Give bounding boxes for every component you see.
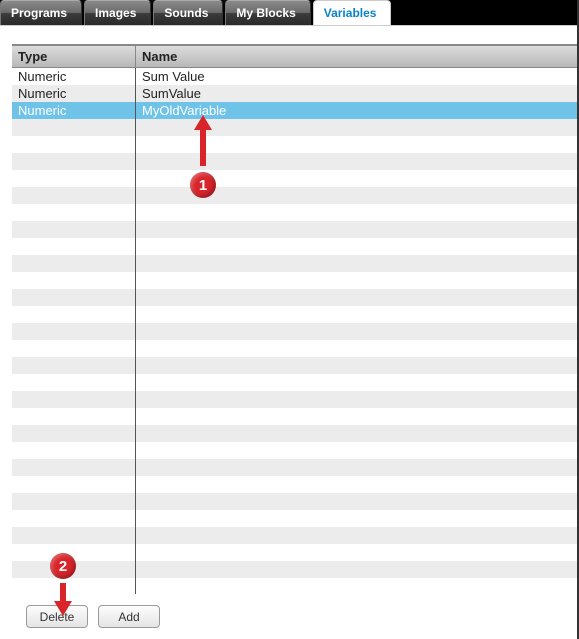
- table-row-name[interactable]: Sum Value: [136, 68, 577, 85]
- table-row-name: [136, 153, 577, 170]
- table-row-type: [12, 306, 135, 323]
- table-row-name: [136, 357, 577, 374]
- button-bar: Delete Add: [12, 594, 577, 639]
- table-body: NumericNumericNumeric Sum ValueSumValueM…: [12, 68, 577, 594]
- table-row-name: [136, 255, 577, 272]
- table-row-type: [12, 493, 135, 510]
- table-row-type[interactable]: Numeric: [12, 85, 135, 102]
- table-row-name: [136, 306, 577, 323]
- table-row-name: [136, 289, 577, 306]
- table-row-type: [12, 561, 135, 578]
- header-name[interactable]: Name: [136, 46, 577, 67]
- tab-images[interactable]: Images: [84, 0, 151, 25]
- tab-bar: Programs Images Sounds My Blocks Variabl…: [0, 0, 577, 25]
- table-row-name: [136, 187, 577, 204]
- table-row-type: [12, 187, 135, 204]
- table-row-type: [12, 442, 135, 459]
- tab-spacer: [393, 0, 577, 25]
- name-column: Sum ValueSumValueMyOldVariable: [136, 68, 577, 594]
- table-row-name: [136, 119, 577, 136]
- table-row-type: [12, 170, 135, 187]
- table-row-name: [136, 561, 577, 578]
- table-row-type: [12, 391, 135, 408]
- table-row-name: [136, 459, 577, 476]
- table-row-name: [136, 238, 577, 255]
- type-column: NumericNumericNumeric: [12, 68, 136, 594]
- delete-button[interactable]: Delete: [26, 605, 88, 628]
- table-row-type: [12, 238, 135, 255]
- table-row-name: [136, 340, 577, 357]
- table-row-type: [12, 153, 135, 170]
- table-row-name: [136, 425, 577, 442]
- table-row-name: [136, 408, 577, 425]
- table-row-name: [136, 544, 577, 561]
- table-row-name: [136, 272, 577, 289]
- table-row-type: [12, 136, 135, 153]
- table-row-name: [136, 527, 577, 544]
- table-row-type[interactable]: Numeric: [12, 68, 135, 85]
- table-row-name[interactable]: MyOldVariable: [136, 102, 577, 119]
- table-row-type: [12, 323, 135, 340]
- table-row-type: [12, 221, 135, 238]
- table-row-type: [12, 510, 135, 527]
- table-row-type: [12, 459, 135, 476]
- table-row-name: [136, 221, 577, 238]
- table-row-name: [136, 391, 577, 408]
- table-row-type: [12, 340, 135, 357]
- table-row-name: [136, 493, 577, 510]
- table-row-type: [12, 255, 135, 272]
- variables-table: Type Name NumericNumericNumeric Sum Valu…: [12, 44, 577, 594]
- table-row-type: [12, 425, 135, 442]
- table-row-name: [136, 476, 577, 493]
- variables-pane: Type Name NumericNumericNumeric Sum Valu…: [0, 25, 577, 639]
- tab-sounds[interactable]: Sounds: [153, 0, 223, 25]
- table-row-type[interactable]: Numeric: [12, 102, 135, 119]
- table-row-type: [12, 204, 135, 221]
- table-row-name: [136, 136, 577, 153]
- add-button[interactable]: Add: [98, 605, 160, 628]
- table-row-type: [12, 357, 135, 374]
- table-row-name: [136, 170, 577, 187]
- app-window: Programs Images Sounds My Blocks Variabl…: [0, 0, 579, 639]
- table-row-name[interactable]: SumValue: [136, 85, 577, 102]
- table-row-name: [136, 510, 577, 527]
- tab-programs[interactable]: Programs: [0, 0, 82, 25]
- table-row-name: [136, 204, 577, 221]
- table-row-type: [12, 544, 135, 561]
- tab-myblocks[interactable]: My Blocks: [225, 0, 310, 25]
- table-row-type: [12, 374, 135, 391]
- table-row-name: [136, 442, 577, 459]
- table-row-name: [136, 323, 577, 340]
- tab-variables[interactable]: Variables: [313, 0, 392, 25]
- table-row-name: [136, 374, 577, 391]
- table-row-type: [12, 289, 135, 306]
- header-type[interactable]: Type: [12, 46, 136, 67]
- table-row-type: [12, 272, 135, 289]
- table-row-type: [12, 476, 135, 493]
- table-row-type: [12, 119, 135, 136]
- table-header: Type Name: [12, 46, 577, 68]
- table-row-type: [12, 408, 135, 425]
- table-row-type: [12, 527, 135, 544]
